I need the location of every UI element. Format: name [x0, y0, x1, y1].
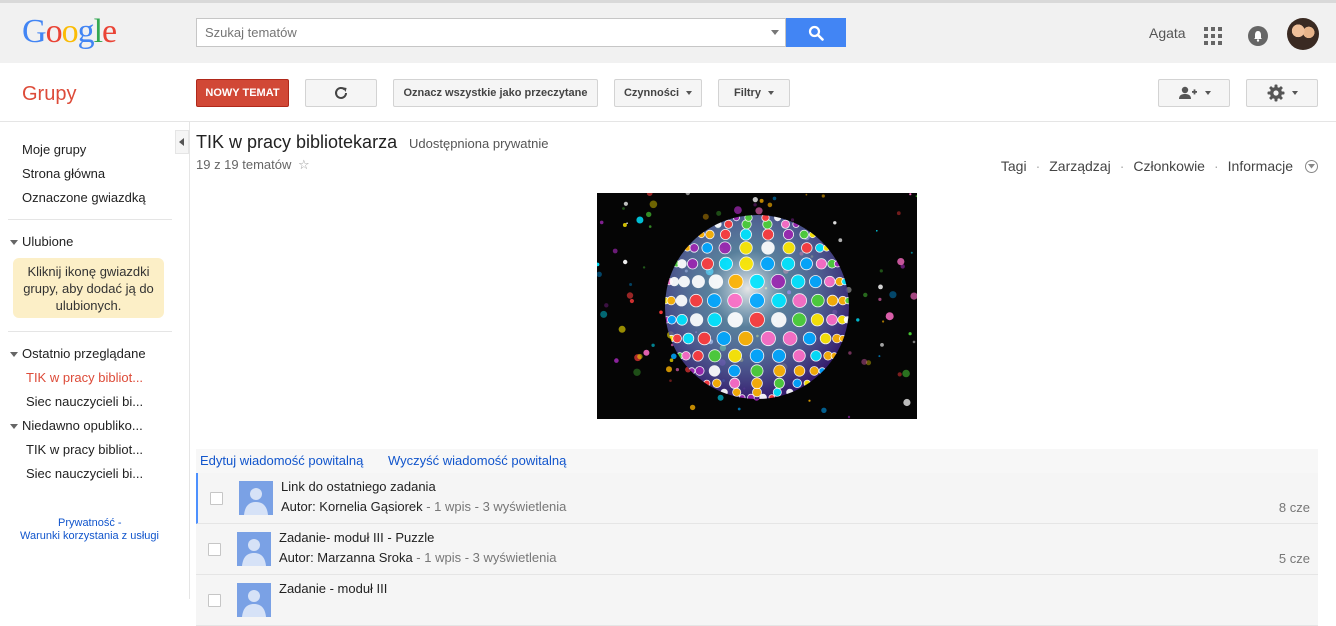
- welcome-message-actions: Edytuj wiadomość powitalną Wyczyść wiado…: [196, 449, 1318, 473]
- search-button[interactable]: [786, 18, 846, 47]
- apps-grid-icon[interactable]: [1204, 27, 1222, 45]
- topic-row[interactable]: Link do ostatniego zadania Autor: Kornel…: [196, 473, 1318, 524]
- google-logo[interactable]: Google: [22, 13, 117, 51]
- notifications-bell-icon[interactable]: [1248, 26, 1268, 46]
- triangle-down-icon: [10, 424, 18, 429]
- filters-label: Filtry: [734, 87, 761, 99]
- topic-checkbox[interactable]: [208, 594, 221, 607]
- search-input[interactable]: [197, 19, 757, 46]
- groups-toolbar: Grupy NOWY TEMAT Oznacz wszystkie jako p…: [0, 63, 1336, 122]
- info-link[interactable]: Informacje: [1228, 158, 1293, 174]
- edit-welcome-link[interactable]: Edytuj wiadomość powitalną: [200, 453, 363, 468]
- collapse-sidebar-button[interactable]: [175, 130, 189, 154]
- refresh-icon: [335, 86, 347, 99]
- triangle-down-icon: [10, 352, 18, 357]
- separator: ·: [1035, 158, 1041, 174]
- topic-checkbox[interactable]: [210, 492, 223, 505]
- group-banner-image: [597, 193, 917, 419]
- topic-row[interactable]: Zadanie- moduł III - Puzzle Autor: Marza…: [196, 524, 1318, 575]
- recent-section-toggle[interactable]: Ostatnio przeglądane: [10, 346, 146, 361]
- chevron-left-icon: [179, 138, 184, 146]
- home-link[interactable]: Strona główna: [22, 166, 105, 181]
- member-settings-dropdown[interactable]: [1158, 79, 1230, 107]
- topic-meta: Autor: Marzanna Sroka - 1 wpis - 3 wyświ…: [279, 550, 557, 565]
- favorites-hint: Kliknij ikonę gwiazdki grupy, aby dodać …: [13, 258, 164, 318]
- actions-dropdown[interactable]: Czynności: [614, 79, 702, 107]
- sidebar-divider: [8, 331, 172, 332]
- sidebar-divider: [8, 219, 172, 220]
- members-link[interactable]: Członkowie: [1133, 158, 1205, 174]
- group-nav: Tagi · Zarządzaj · Członkowie · Informac…: [1001, 158, 1318, 174]
- triangle-down-icon: [10, 240, 18, 245]
- account-avatar[interactable]: [1287, 18, 1319, 50]
- google-header: Google Agata: [0, 3, 1336, 63]
- author-avatar: [237, 583, 271, 617]
- starred-link[interactable]: Oznaczone gwiazdką: [22, 190, 146, 205]
- chevron-down-icon: [1291, 91, 1298, 95]
- author-avatar: [239, 481, 273, 515]
- search-icon: [808, 25, 824, 41]
- topic-checkbox[interactable]: [208, 543, 221, 556]
- published-item-tik[interactable]: TIK w pracy bibliot...: [26, 442, 151, 457]
- person-icon: [244, 488, 268, 515]
- group-visibility: Udostępniona prywatnie: [409, 136, 549, 151]
- recent-header: Ostatnio przeglądane: [22, 346, 146, 361]
- favorites-header: Ulubione: [22, 234, 74, 249]
- topic-row[interactable]: Zadanie - moduł III: [196, 575, 1318, 626]
- published-header: Niedawno opubliko...: [22, 418, 143, 433]
- topic-meta: Autor: Kornelia Gąsiorek - 1 wpis - 3 wy…: [281, 499, 567, 514]
- star-icon[interactable]: ☆: [298, 157, 310, 172]
- refresh-button[interactable]: [305, 79, 377, 107]
- clear-welcome-link[interactable]: Wyczyść wiadomość powitalną: [388, 453, 566, 468]
- groups-title-link[interactable]: Grupy: [22, 83, 76, 106]
- search-box[interactable]: [196, 18, 786, 47]
- person-add-icon: [1178, 86, 1197, 99]
- terms-link[interactable]: Warunki korzystania z usługi: [20, 530, 159, 542]
- user-name-link[interactable]: Agata: [1149, 25, 1186, 41]
- favorites-section-toggle[interactable]: Ulubione: [10, 234, 74, 249]
- left-sidebar: Moje grupy Strona główna Oznaczone gwiaz…: [0, 122, 190, 599]
- topic-title[interactable]: Zadanie - moduł III: [279, 581, 387, 596]
- separator: ·: [1119, 158, 1125, 174]
- published-section-toggle[interactable]: Niedawno opubliko...: [10, 418, 143, 433]
- person-icon: [242, 590, 266, 617]
- topic-count: 19 z 19 tematów ☆: [196, 157, 310, 172]
- chevron-down-icon: [1204, 91, 1211, 95]
- author-avatar: [237, 532, 271, 566]
- mark-all-read-label: Oznacz wszystkie jako przeczytane: [403, 87, 588, 99]
- group-title[interactable]: TIK w pracy bibliotekarza: [196, 132, 397, 153]
- chevron-down-icon: [767, 91, 774, 95]
- separator: ·: [1213, 158, 1219, 174]
- topic-title[interactable]: Link do ostatniego zadania: [281, 479, 436, 494]
- expand-info-icon[interactable]: [1305, 159, 1318, 173]
- privacy-link[interactable]: Prywatność -: [58, 517, 122, 529]
- my-groups-link[interactable]: Moje grupy: [22, 142, 86, 157]
- filters-dropdown[interactable]: Filtry: [718, 79, 790, 107]
- gear-icon: [1267, 84, 1284, 102]
- person-icon: [242, 539, 266, 566]
- manage-link[interactable]: Zarządzaj: [1049, 158, 1110, 174]
- actions-label: Czynności: [623, 87, 679, 99]
- search-options-dropdown-icon[interactable]: [771, 30, 779, 35]
- recent-item-siec[interactable]: Siec nauczycieli bi...: [26, 394, 151, 409]
- settings-dropdown[interactable]: [1246, 79, 1318, 107]
- published-item-siec[interactable]: Siec nauczycieli bi...: [26, 466, 151, 481]
- mark-all-read-button[interactable]: Oznacz wszystkie jako przeczytane: [393, 79, 598, 107]
- chevron-down-icon: [686, 91, 692, 95]
- topic-title[interactable]: Zadanie- moduł III - Puzzle: [279, 530, 434, 545]
- recent-item-tik[interactable]: TIK w pracy bibliot...: [26, 370, 151, 385]
- topic-date: 8 cze: [1278, 500, 1310, 515]
- new-topic-button[interactable]: NOWY TEMAT: [196, 79, 289, 107]
- topic-date: 5 cze: [1278, 551, 1310, 566]
- new-topic-label: NOWY TEMAT: [205, 87, 280, 99]
- tags-link[interactable]: Tagi: [1001, 158, 1027, 174]
